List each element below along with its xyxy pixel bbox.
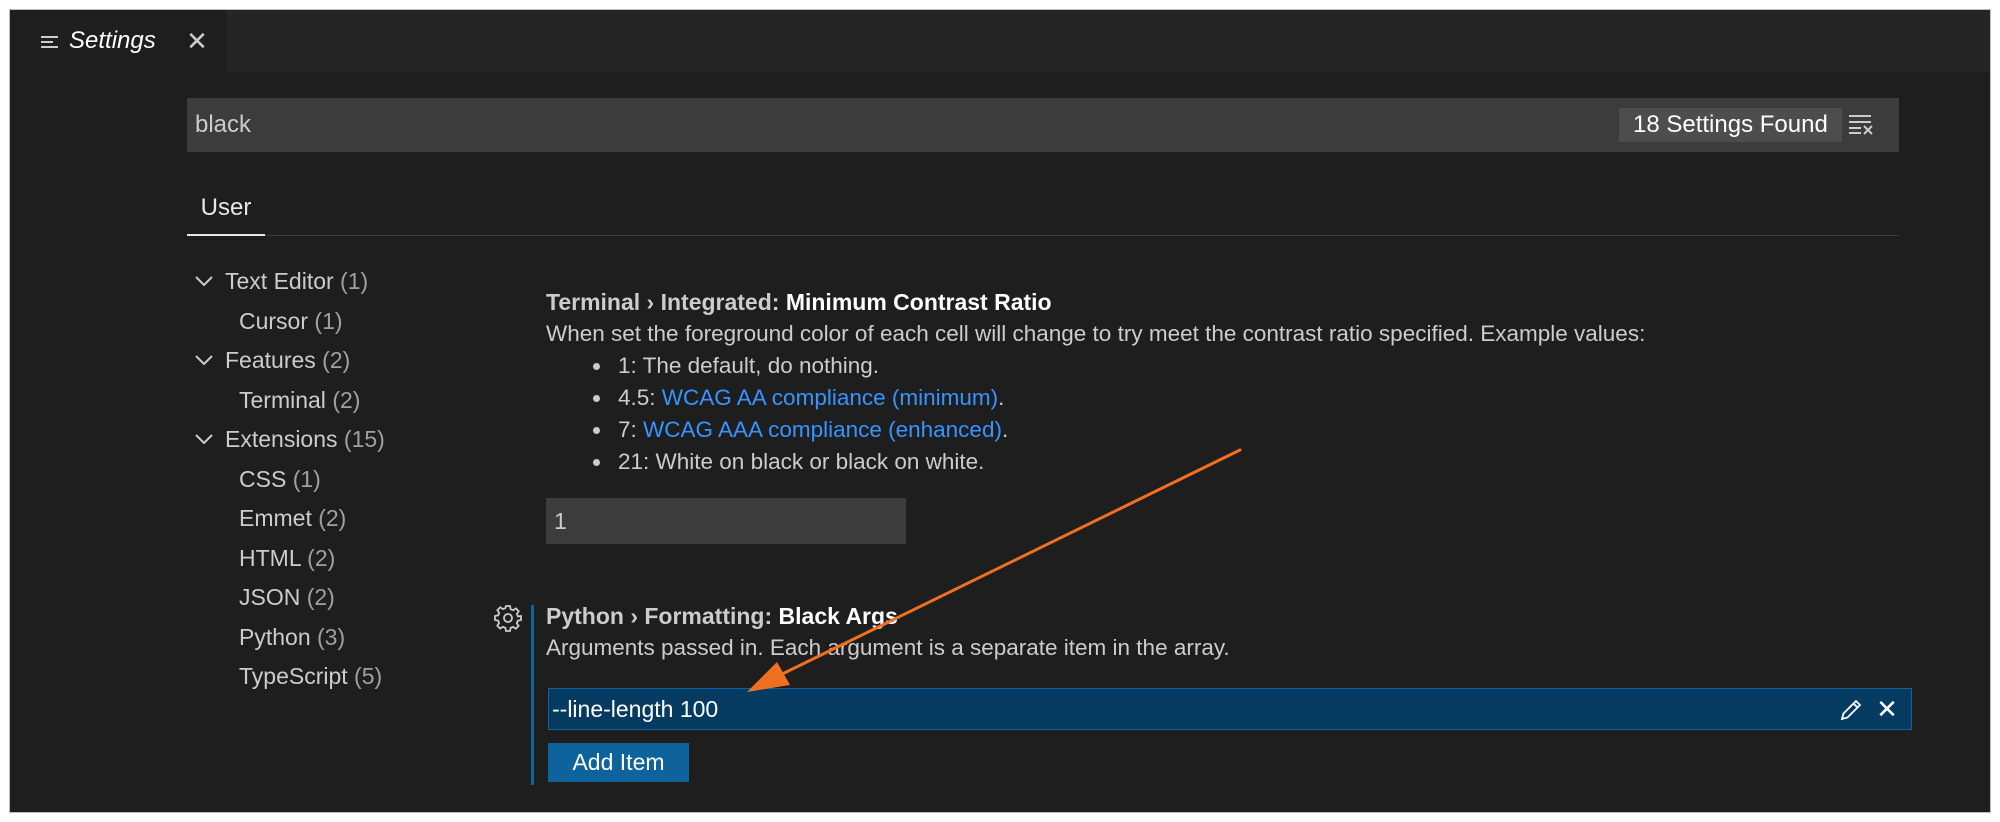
list-icon <box>41 36 58 49</box>
bullet-suffix: . <box>998 385 1005 410</box>
clear-filter-icon[interactable] <box>1847 112 1875 136</box>
toc-count: (15) <box>343 426 385 452</box>
toc-item-json[interactable]: JSON (2) <box>194 578 494 618</box>
toc-label: CSS <box>239 465 287 492</box>
search-bar: 18 Settings Found <box>187 98 1899 152</box>
toc-item-typescript[interactable]: TypeScript (5) <box>194 657 494 697</box>
toc-label: Python <box>239 623 311 650</box>
bullet-text: 7: <box>618 417 644 442</box>
toc-item-html[interactable]: HTML (2) <box>194 539 494 579</box>
setting-description: Arguments passed in. Each argument is a … <box>546 635 1230 660</box>
setting-category: Python › Formatting: <box>546 603 779 629</box>
toc-label: Terminal <box>239 386 326 413</box>
bullet-text: 1: The default, do nothing. <box>618 353 880 378</box>
wcag-aaa-link[interactable]: WCAG AAA compliance (enhanced) <box>643 417 1002 442</box>
add-item-button[interactable]: Add Item <box>548 743 689 782</box>
example-values-list: 1: The default, do nothing. 4.5: WCAG AA… <box>586 350 1896 478</box>
bullet-text: 21: White on black or black on white. <box>618 449 985 474</box>
list-item: 4.5: WCAG AA compliance (minimum). <box>586 382 1896 414</box>
setting-name: Black Args <box>778 603 898 629</box>
toc-count: (2) <box>332 386 361 413</box>
toc-label: TypeScript <box>239 663 348 689</box>
setting-title: Python › Formatting: Black Args <box>546 600 1916 632</box>
close-icon[interactable]: ✕ <box>184 28 210 54</box>
toc-item-python[interactable]: Python (3) <box>194 618 494 658</box>
close-icon[interactable]: ✕ <box>1874 695 1900 723</box>
bullet-suffix: . <box>1001 417 1009 442</box>
wcag-aa-link[interactable]: WCAG AA compliance (minimum) <box>662 385 998 410</box>
toc-count: (1) <box>292 465 321 492</box>
setting-description: When set the foreground color of each ce… <box>546 321 1646 346</box>
tab-bar: Settings ✕ <box>10 10 1990 72</box>
toc-label: Text Editor <box>225 268 334 294</box>
toc-label: Features <box>225 347 316 373</box>
toc-count: (1) <box>314 307 343 334</box>
gear-icon[interactable] <box>494 604 522 632</box>
toc-item-css[interactable]: CSS (1) <box>194 460 494 500</box>
list-item: 7: WCAG AAA compliance (enhanced). <box>586 414 1896 446</box>
chevron-down-icon <box>195 276 213 287</box>
scope-tabs: User <box>187 180 1899 236</box>
toc-count: (2) <box>307 544 336 571</box>
settings-toc: Text Editor (1) Cursor (1) Features (2) … <box>194 262 494 697</box>
toc-count: (3) <box>317 623 346 650</box>
pencil-icon[interactable] <box>1838 697 1864 723</box>
toc-item-terminal[interactable]: Terminal (2) <box>194 381 494 421</box>
list-item: 1: The default, do nothing. <box>586 350 1896 382</box>
toc-label: Extensions <box>225 426 338 452</box>
setting-category: Terminal › Integrated: <box>546 289 786 315</box>
tab-settings[interactable]: Settings ✕ <box>10 10 226 72</box>
toc-item-extensions[interactable]: Extensions (15) <box>194 420 494 460</box>
toc-count: (5) <box>354 663 383 689</box>
results-count-badge: 18 Settings Found <box>1619 108 1842 142</box>
settings-window: Settings ✕ 18 Settings Found User Text E… <box>9 9 1991 813</box>
toc-item-cursor[interactable]: Cursor (1) <box>194 302 494 342</box>
list-item-value: --line-length 100 <box>552 696 719 722</box>
toc-count: (1) <box>340 268 369 294</box>
setting-minimum-contrast-ratio: Terminal › Integrated: Minimum Contrast … <box>546 286 1896 544</box>
tab-title: Settings <box>69 27 156 54</box>
toc-count: (2) <box>322 347 351 373</box>
list-item-row[interactable]: --line-length 100 ✕ <box>548 688 1912 730</box>
toc-count: (2) <box>318 505 347 531</box>
chevron-down-icon <box>195 355 213 366</box>
toc-item-features[interactable]: Features (2) <box>194 341 494 381</box>
search-input[interactable] <box>195 98 1495 152</box>
contrast-ratio-input[interactable] <box>546 498 906 544</box>
chevron-down-icon <box>195 434 213 445</box>
toc-label: Emmet <box>239 505 312 531</box>
bullet-text: 4.5: <box>618 385 662 410</box>
toc-label: Cursor <box>239 307 309 334</box>
toc-count: (2) <box>306 584 335 610</box>
toc-label: JSON <box>239 584 301 610</box>
setting-black-args: Python › Formatting: Black Args Argument… <box>546 600 1916 664</box>
toc-label: HTML <box>239 544 301 571</box>
setting-title: Terminal › Integrated: Minimum Contrast … <box>546 286 1896 318</box>
list-item: 21: White on black or black on white. <box>586 446 1896 478</box>
toc-item-text-editor[interactable]: Text Editor (1) <box>194 262 494 302</box>
tab-user[interactable]: User <box>187 180 265 236</box>
modified-indicator <box>531 605 534 785</box>
toc-item-emmet[interactable]: Emmet (2) <box>194 499 494 539</box>
setting-name: Minimum Contrast Ratio <box>785 289 1052 315</box>
